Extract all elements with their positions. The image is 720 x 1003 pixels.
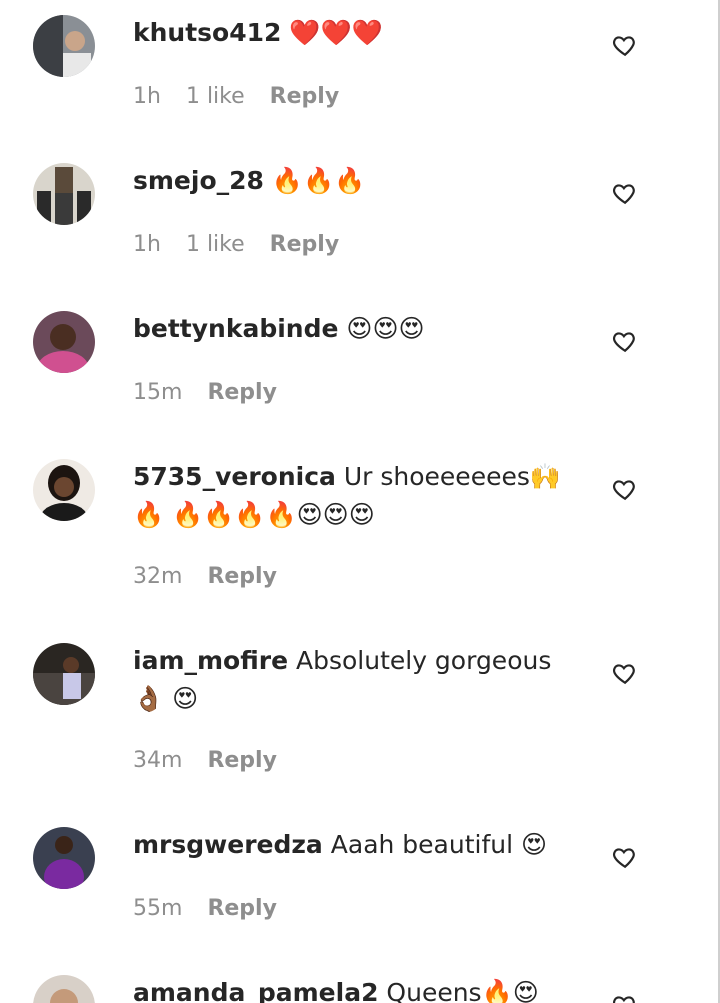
- comment-meta: 34m Reply: [133, 748, 295, 773]
- comment-meta: 1h 1 like Reply: [133, 84, 357, 109]
- comment-meta: 55m Reply: [133, 896, 295, 921]
- comment-username[interactable]: smejo_28: [133, 166, 264, 195]
- comment-text: mrsgweredza Aaah beautiful 😍: [133, 830, 548, 859]
- avatar[interactable]: [33, 15, 95, 77]
- heart-icon[interactable]: [612, 844, 638, 870]
- avatar[interactable]: [33, 311, 95, 373]
- avatar[interactable]: [33, 163, 95, 225]
- comment-text: smejo_28 🔥🔥🔥: [133, 162, 563, 200]
- reply-button[interactable]: Reply: [207, 896, 277, 921]
- comment-emojis: 😍😍😍: [346, 314, 425, 343]
- comment-time: 32m: [133, 564, 183, 589]
- reply-button[interactable]: Reply: [270, 232, 340, 257]
- reply-button[interactable]: Reply: [207, 748, 277, 773]
- heart-icon[interactable]: [612, 476, 638, 502]
- comment-item: khutso412 ❤️❤️❤️ 1h 1 like Reply: [0, 0, 716, 150]
- comment-time: 1h: [133, 232, 161, 257]
- reply-button[interactable]: Reply: [270, 84, 340, 109]
- comment-username[interactable]: 5735_veronica: [133, 462, 336, 491]
- avatar[interactable]: [33, 459, 95, 521]
- comment-username[interactable]: iam_mofire: [133, 646, 288, 675]
- comment-username[interactable]: bettynkabinde: [133, 314, 338, 343]
- heart-icon[interactable]: [612, 328, 638, 354]
- comment-meta: 32m Reply: [133, 564, 295, 589]
- avatar[interactable]: [33, 827, 95, 889]
- avatar[interactable]: [33, 643, 95, 705]
- comment-emojis: 👌🏾 😍: [133, 684, 199, 713]
- reply-button[interactable]: Reply: [207, 564, 277, 589]
- comment-time: 55m: [133, 896, 183, 921]
- comment-item: mrsgweredza Aaah beautiful 😍 55m Reply: [0, 812, 716, 962]
- comment-likes[interactable]: 1 like: [186, 232, 245, 257]
- avatar[interactable]: [33, 975, 95, 1003]
- heart-icon[interactable]: [612, 32, 638, 58]
- comment-likes[interactable]: 1 like: [186, 84, 245, 109]
- comment-username[interactable]: khutso412: [133, 18, 281, 47]
- comment-text: khutso412 ❤️❤️❤️: [133, 14, 563, 52]
- heart-icon[interactable]: [612, 180, 638, 206]
- comment-emojis: 🔥😍: [481, 978, 539, 1003]
- comment-text: 5735_veronica Ur shoeeeeees🙌🔥 🔥🔥🔥🔥😍😍😍: [133, 462, 561, 529]
- comment-meta: 1h 1 like Reply: [133, 232, 357, 257]
- comment-emojis: 🔥🔥🔥: [271, 166, 366, 195]
- comment-item: smejo_28 🔥🔥🔥 1h 1 like Reply: [0, 148, 716, 298]
- comment-text: amanda_pamela2 Queens🔥😍: [133, 974, 563, 1003]
- heart-icon[interactable]: [612, 992, 638, 1003]
- comment-time: 1h: [133, 84, 161, 109]
- comment-time: 34m: [133, 748, 183, 773]
- comment-meta: 15m Reply: [133, 380, 295, 405]
- comment-item: bettynkabinde 😍😍😍 15m Reply: [0, 296, 716, 446]
- comment-username[interactable]: amanda_pamela2: [133, 978, 378, 1003]
- comment-item: 5735_veronica Ur shoeeeeees🙌🔥 🔥🔥🔥🔥😍😍😍 32…: [0, 444, 716, 630]
- comment-text: iam_mofire Absolutely gorgeous 👌🏾 😍: [133, 646, 552, 713]
- heart-icon[interactable]: [612, 660, 638, 686]
- comment-item: iam_mofire Absolutely gorgeous 👌🏾 😍 34m …: [0, 628, 716, 814]
- comment-emojis: 😍: [521, 830, 548, 859]
- comment-emojis: ❤️❤️❤️: [289, 18, 383, 47]
- comment-username[interactable]: mrsgweredza: [133, 830, 323, 859]
- comment-time: 15m: [133, 380, 183, 405]
- comment-text: bettynkabinde 😍😍😍: [133, 310, 563, 348]
- reply-button[interactable]: Reply: [207, 380, 277, 405]
- comment-item: amanda_pamela2 Queens🔥😍: [0, 960, 716, 1003]
